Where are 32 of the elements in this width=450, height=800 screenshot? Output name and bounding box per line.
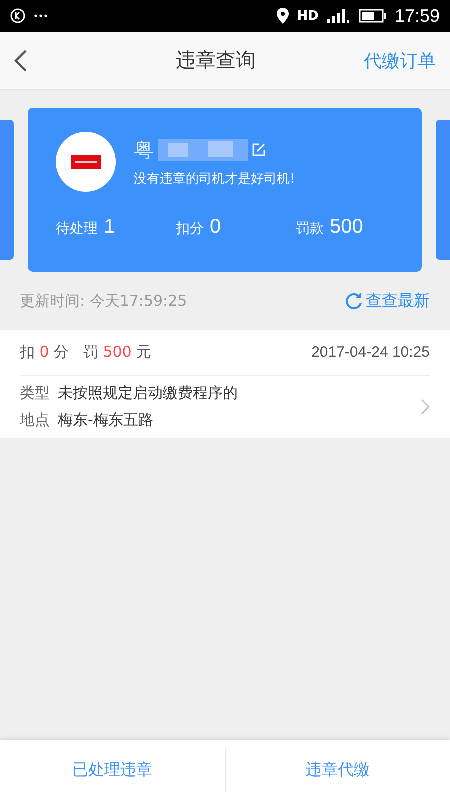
clock: 17:59 [394,6,440,26]
back-icon[interactable] [14,48,28,72]
orders-link[interactable]: 代缴订单 [364,48,436,72]
location-icon [277,8,290,24]
app-icon [10,8,26,24]
stat-label: 待处理 [56,220,98,238]
penalty-summary: 扣 0 分 罚 500 元 [20,343,152,362]
chevron-icon [421,399,430,415]
slogan: 没有违章的司机才是好司机! [134,170,296,188]
stat-value: 0 [210,216,222,239]
battery-icon [358,9,387,23]
logo-icon [71,155,101,169]
violation-type: 类型 未按照规定启动缴费程序的 [20,384,238,403]
update-time: 更新时间: 今天17:59:25 [20,292,188,310]
bottom-tab[interactable]: 违章代缴 [224,748,450,792]
signal-icon [326,9,351,23]
bottom-tab[interactable]: 已处理违章 [0,748,224,792]
violation-item[interactable]: 类型 未按照规定启动缴费程序的 地点 梅东-梅东五路 [20,376,430,438]
stat-label: 罚款 [296,220,324,238]
vehicle-card[interactable]: 粤 没有违章的司机才是好司机! 待处理 1 扣分 0 罚款 500 [28,108,422,272]
plate-number: 粤 [134,136,154,164]
violation-date: 2017-04-24 10:25 [312,344,430,361]
stat-value: 1 [104,216,116,239]
more-icon [34,14,48,18]
refresh-button[interactable]: 查查最新 [345,290,430,312]
network-label: HD [297,8,319,24]
refresh-icon [345,292,363,310]
edit-icon[interactable] [252,143,266,157]
page-title: 违章查询 [176,47,256,74]
violation-place: 地点 梅东-梅东五路 [20,411,154,430]
stat-label: 扣分 [176,220,204,238]
stat-value: 500 [330,216,364,239]
